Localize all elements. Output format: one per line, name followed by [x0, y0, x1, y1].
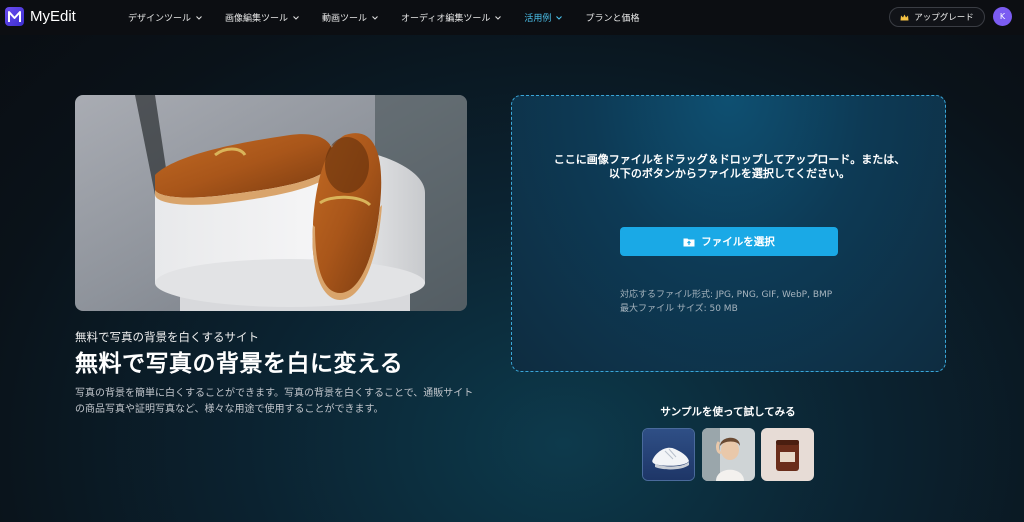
top-navbar: MyEdit デザインツール 画像編集ツール 動画ツール オーディオ編集ツール … — [0, 0, 1024, 35]
chevron-down-icon — [293, 15, 299, 20]
nav-image-tools[interactable]: 画像編集ツール — [225, 11, 300, 24]
page-title: 無料で写真の背景を白に変える — [75, 351, 404, 377]
upload-instruction: ここに画像ファイルをドラッグ＆ドロップしてアップロード。または、以下のボタンから… — [553, 153, 906, 180]
sample-candle-thumbnail[interactable] — [761, 428, 814, 481]
crown-icon — [900, 14, 909, 20]
nav-design-tools[interactable]: デザインツール — [128, 11, 203, 24]
nav-pricing[interactable]: プランと価格 — [585, 11, 639, 24]
hero-shoe-image — [75, 95, 467, 311]
chevron-down-icon — [196, 15, 202, 20]
chevron-down-icon — [495, 15, 502, 20]
upgrade-button[interactable]: アップグレード — [889, 7, 985, 27]
nav-audio-tools[interactable]: オーディオ編集ツール — [401, 11, 502, 24]
select-file-button[interactable]: ファイルを選択 — [620, 227, 838, 256]
upload-dropzone[interactable]: ここに画像ファイルをドラッグ＆ドロップしてアップロード。または、以下のボタンから… — [511, 95, 946, 372]
app-name: MyEdit — [30, 8, 76, 25]
nav-use-cases[interactable]: 活用例 — [524, 11, 563, 24]
nav-video-tools[interactable]: 動画ツール — [322, 11, 379, 24]
user-avatar[interactable]: K — [993, 7, 1012, 26]
chevron-down-icon — [372, 15, 378, 20]
myedit-logo-icon — [5, 7, 24, 26]
main-nav: デザインツール 画像編集ツール 動画ツール オーディオ編集ツール 活用例 プラン… — [128, 0, 661, 35]
upload-constraints: 対応するファイル形式: JPG, PNG, GIF, WebP, BMP 最大フ… — [620, 288, 832, 316]
max-file-size: 最大ファイル サイズ: 50 MB — [620, 304, 738, 314]
chevron-down-icon — [556, 15, 563, 20]
samples-title: サンプルを使って試してみる — [660, 406, 796, 418]
hero-description: 写真の背景を簡単に白くすることができます。写真の背景を白くすることで、通販サイト… — [75, 388, 474, 415]
logo[interactable]: MyEdit — [5, 7, 76, 26]
hero-eyebrow: 無料で写真の背景を白くするサイト — [75, 330, 259, 344]
sample-sneaker-thumbnail[interactable] — [642, 428, 695, 481]
folder-upload-icon — [683, 238, 695, 246]
supported-formats: 対応するファイル形式: JPG, PNG, GIF, WebP, BMP — [620, 290, 833, 300]
sample-portrait-thumbnail[interactable] — [702, 428, 755, 481]
